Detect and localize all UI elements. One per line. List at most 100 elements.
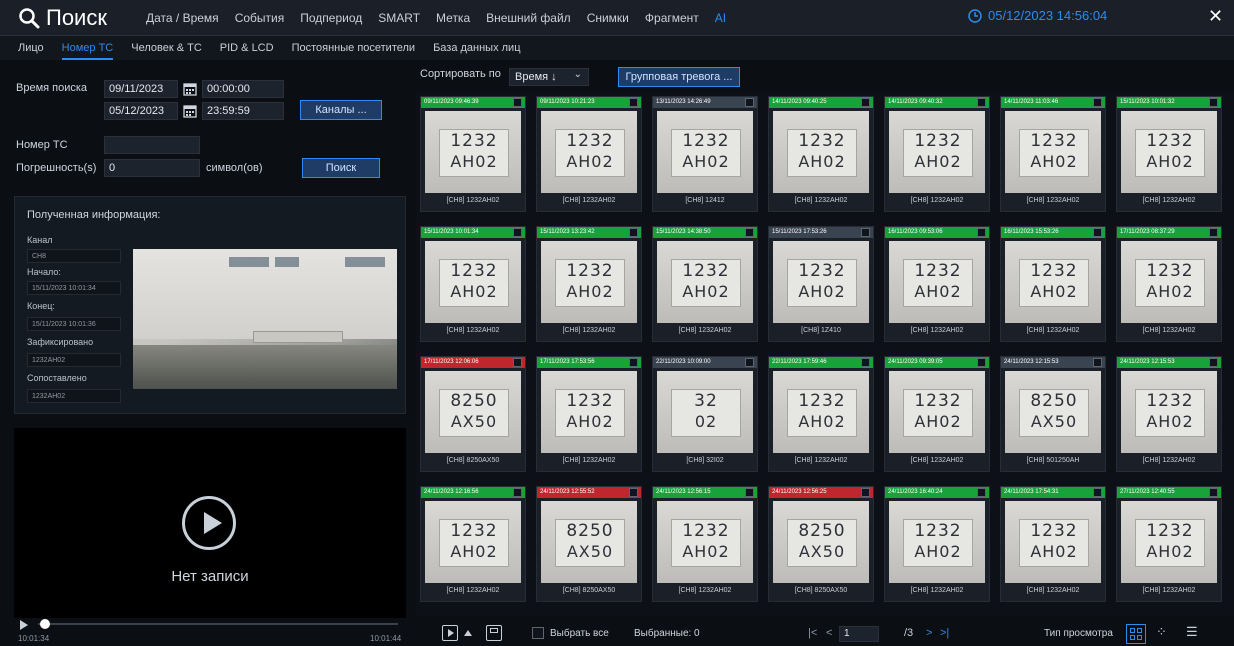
play-icon[interactable] [20, 620, 28, 630]
result-card[interactable]: 22/11/2023 10:09:00 32 02 [CH8] 32I02 [652, 356, 758, 472]
close-icon[interactable]: ✕ [1208, 6, 1223, 27]
playback-icon[interactable] [442, 625, 458, 641]
result-card[interactable]: 22/11/2023 17:59:46 1232 AH02 [CH8] 1232AH0… [768, 356, 874, 472]
select-all-label[interactable]: Выбрать все [550, 628, 609, 639]
result-card[interactable]: 27/11/2023 12:40:55 1232 AH02 [CH8] 1232AH0… [1116, 486, 1222, 602]
first-page-icon[interactable]: |< [808, 627, 817, 639]
result-checkbox[interactable] [745, 98, 754, 107]
result-card[interactable]: 24/11/2023 12:56:25 8250 AX50 [CH8] 8250AX5… [768, 486, 874, 602]
tolerance-input[interactable]: 0 [104, 159, 200, 177]
subtab-1[interactable]: Номер ТС [61, 36, 113, 60]
result-card[interactable]: 15/11/2023 10:01:32 1232 AH02 [CH8] 1232AH0… [1116, 96, 1222, 212]
result-checkbox[interactable] [977, 358, 986, 367]
tab-8[interactable]: AI [715, 11, 726, 25]
result-checkbox[interactable] [745, 228, 754, 237]
result-checkbox[interactable] [977, 488, 986, 497]
result-checkbox[interactable] [1093, 228, 1102, 237]
search-button[interactable]: Поиск [302, 158, 380, 178]
result-checkbox[interactable] [977, 228, 986, 237]
result-checkbox[interactable] [861, 228, 870, 237]
result-checkbox[interactable] [861, 358, 870, 367]
list-view-icon[interactable]: ☰ [1186, 625, 1198, 639]
result-card[interactable]: 09/11/2023 09:46:39 1232 AH02 [CH8] 1232AH0… [420, 96, 526, 212]
result-checkbox[interactable] [745, 488, 754, 497]
result-checkbox[interactable] [629, 488, 638, 497]
result-checkbox[interactable] [513, 488, 522, 497]
plate-number-input[interactable] [104, 136, 200, 154]
result-card[interactable]: 17/11/2023 08:37:29 1232 AH02 [CH8] 1232AH0… [1116, 226, 1222, 342]
result-card[interactable]: 24/11/2023 12:55:52 8250 AX50 [CH8] 8250AX5… [536, 486, 642, 602]
result-card[interactable]: 13/11/2023 14:26:49 1232 AH02 [CH8] 12412 [652, 96, 758, 212]
result-checkbox[interactable] [1093, 358, 1102, 367]
result-card[interactable]: 09/11/2023 10:21:23 1232 AH02 [CH8] 1232AH0… [536, 96, 642, 212]
result-checkbox[interactable] [1209, 98, 1218, 107]
group-alarm-button[interactable]: Групповая тревога ... [618, 67, 740, 87]
start-time-field[interactable]: 00:00:00 [202, 80, 284, 98]
result-checkbox[interactable] [629, 358, 638, 367]
result-card[interactable]: 24/11/2023 12:15:53 1232 AH02 [CH8] 1232AH0… [1116, 356, 1222, 472]
result-checkbox[interactable] [977, 98, 986, 107]
result-checkbox[interactable] [629, 228, 638, 237]
page-input[interactable]: 1 [839, 626, 879, 642]
result-card[interactable]: 15/11/2023 13:23:42 1232 AH02 [CH8] 1232AH0… [536, 226, 642, 342]
timeline-track[interactable] [38, 623, 398, 625]
result-checkbox[interactable] [1209, 358, 1218, 367]
result-checkbox[interactable] [1093, 98, 1102, 107]
tab-1[interactable]: События [235, 11, 285, 25]
next-page-icon[interactable]: > [926, 627, 932, 639]
channels-button[interactable]: Каналы ... [300, 100, 382, 120]
subtab-4[interactable]: Постоянные посетители [292, 36, 415, 60]
result-checkbox[interactable] [745, 358, 754, 367]
result-card[interactable]: 16/11/2023 15:53:26 1232 AH02 [CH8] 1232AH0… [1000, 226, 1106, 342]
result-card[interactable]: 17/11/2023 12:06:06 8250 AX50 [CH8] 8250AX5… [420, 356, 526, 472]
subtab-0[interactable]: Лицо [18, 36, 44, 60]
result-checkbox[interactable] [513, 228, 522, 237]
last-page-icon[interactable]: >| [940, 627, 949, 639]
result-card[interactable]: 24/11/2023 09:39:05 1232 AH02 [CH8] 1232AH0… [884, 356, 990, 472]
result-card[interactable]: 15/11/2023 14:38:50 1232 AH02 [CH8] 1232AH0… [652, 226, 758, 342]
save-icon[interactable] [486, 625, 502, 641]
result-checkbox[interactable] [513, 98, 522, 107]
result-card[interactable]: 24/11/2023 16:40:24 1232 AH02 [CH8] 1232AH0… [884, 486, 990, 602]
result-checkbox[interactable] [513, 358, 522, 367]
subtab-5[interactable]: База данных лиц [433, 36, 520, 60]
result-card[interactable]: 15/11/2023 17:53:26 1232 AH02 [CH8] 1Z410 [768, 226, 874, 342]
result-checkbox[interactable] [861, 488, 870, 497]
tab-6[interactable]: Снимки [587, 11, 629, 25]
result-card[interactable]: 14/11/2023 09:40:32 1232 AH02 [CH8] 1232AH0… [884, 96, 990, 212]
subtab-3[interactable]: PID & LCD [220, 36, 274, 60]
result-card[interactable]: 15/11/2023 10:01:34 1232 AH02 [CH8] 1232AH0… [420, 226, 526, 342]
caret-up-icon[interactable] [464, 630, 472, 636]
sort-select[interactable]: Время ↓ ⌄ [509, 68, 589, 86]
play-button[interactable] [182, 496, 236, 550]
tab-2[interactable]: Подпериод [300, 11, 362, 25]
calendar-icon[interactable] [183, 82, 197, 96]
grid-view-icon[interactable] [1126, 624, 1146, 644]
result-card[interactable]: 24/11/2023 12:15:53 8250 AX50 [CH8] 501250A… [1000, 356, 1106, 472]
result-card[interactable]: 24/11/2023 12:16:56 1232 AH02 [CH8] 1232AH0… [420, 486, 526, 602]
timeline-knob[interactable] [40, 619, 50, 629]
tab-5[interactable]: Внешний файл [486, 11, 571, 25]
subtab-2[interactable]: Человек & ТС [131, 36, 202, 60]
tab-3[interactable]: SMART [378, 11, 420, 25]
result-card[interactable]: 24/11/2023 12:56:15 1232 AH02 [CH8] 1232AH0… [652, 486, 758, 602]
result-checkbox[interactable] [1209, 488, 1218, 497]
video-player[interactable]: Нет записи [14, 428, 406, 618]
tile-view-icon[interactable]: ⁘ [1156, 625, 1167, 639]
select-all-checkbox[interactable] [532, 627, 544, 639]
result-checkbox[interactable] [1209, 228, 1218, 237]
result-checkbox[interactable] [629, 98, 638, 107]
prev-page-icon[interactable]: < [826, 627, 832, 639]
end-date-field[interactable]: 05/12/2023 [104, 102, 178, 120]
calendar-icon[interactable] [183, 104, 197, 118]
result-card[interactable]: 17/11/2023 17:53:56 1232 AH02 [CH8] 1232AH0… [536, 356, 642, 472]
tab-4[interactable]: Метка [436, 11, 470, 25]
tab-0[interactable]: Дата / Время [146, 11, 219, 25]
tab-7[interactable]: Фрагмент [645, 11, 699, 25]
result-checkbox[interactable] [1093, 488, 1102, 497]
result-card[interactable]: 16/11/2023 09:53:06 1232 AH02 [CH8] 1232AH0… [884, 226, 990, 342]
result-card[interactable]: 24/11/2023 17:54:31 1232 AH02 [CH8] 1232AH0… [1000, 486, 1106, 602]
end-time-field[interactable]: 23:59:59 [202, 102, 284, 120]
playback-timeline[interactable]: 10:01:34 10:01:44 [14, 618, 406, 646]
result-card[interactable]: 14/11/2023 11:03:46 1232 AH02 [CH8] 1232AH0… [1000, 96, 1106, 212]
